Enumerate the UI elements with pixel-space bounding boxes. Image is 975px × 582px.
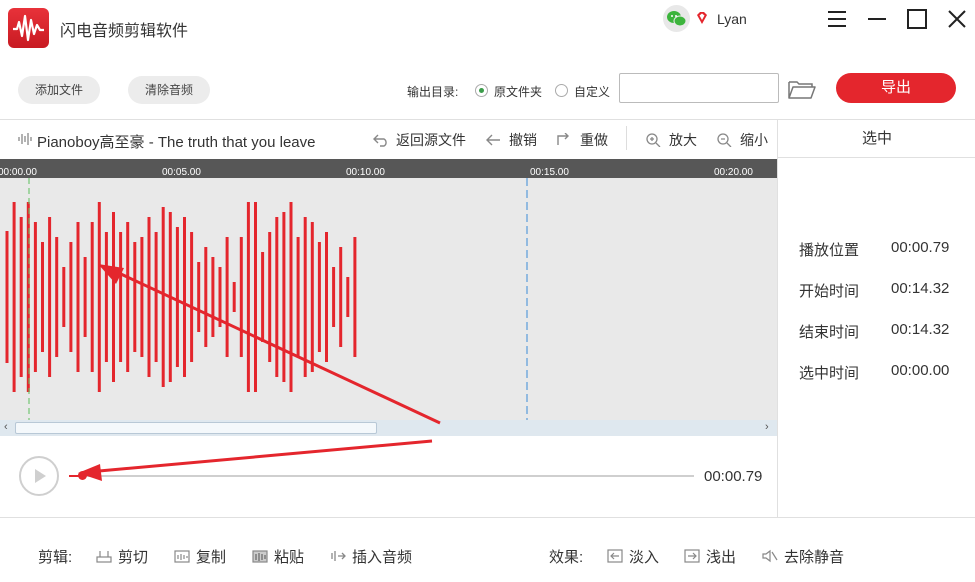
insert-audio-button[interactable]: 插入音频 [330, 546, 412, 567]
annotation-arrow [107, 266, 441, 425]
annotation-arrow [87, 439, 433, 474]
edit-section-label: 剪辑: [38, 549, 73, 566]
paste-icon [252, 549, 268, 563]
mute-speaker-icon [762, 549, 778, 563]
remove-silence-label: 去除静音 [784, 549, 845, 566]
fade-out-icon [684, 549, 700, 563]
fade-in-icon [607, 549, 623, 563]
effects-section-label: 效果: [549, 549, 584, 566]
copy-icon [174, 549, 190, 563]
app-window: 闪电音频剪辑软件 Lyan 添加文件 清除音频 输出目录: 原文件夹 自定义 导… [0, 0, 975, 582]
annotation-arrows [78, 264, 441, 481]
fade-in-button[interactable]: 淡入 [607, 546, 659, 567]
paste-label: 粘贴 [274, 549, 305, 566]
cut-icon [96, 549, 112, 563]
remove-silence-button[interactable]: 去除静音 [762, 546, 844, 567]
paste-button[interactable]: 粘贴 [252, 546, 304, 567]
fade-in-label: 淡入 [629, 549, 660, 566]
cut-button[interactable]: 剪切 [96, 546, 148, 567]
copy-label: 复制 [196, 549, 227, 566]
fade-out-label: 浅出 [706, 549, 737, 566]
fade-out-button[interactable]: 浅出 [684, 546, 736, 567]
cut-label: 剪切 [118, 549, 149, 566]
divider [0, 517, 975, 518]
copy-button[interactable]: 复制 [174, 546, 226, 567]
annotation-arrowhead [78, 464, 102, 481]
insert-audio-icon [330, 549, 346, 563]
insert-audio-label: 插入音频 [352, 549, 413, 566]
annotation-arrowhead [98, 264, 124, 284]
